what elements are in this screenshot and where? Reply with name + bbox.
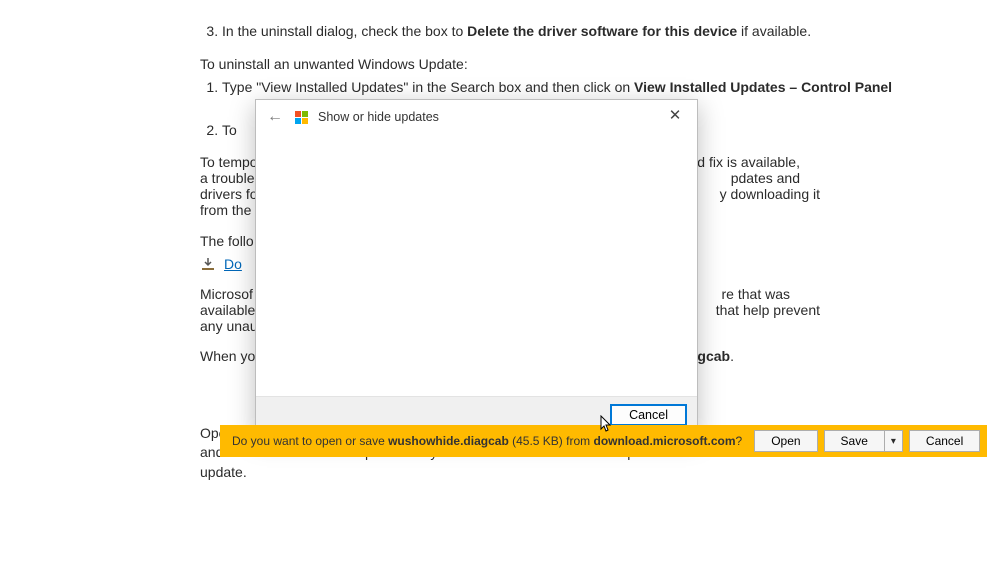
t: any unau <box>200 318 258 334</box>
text: Type "View Installed Updates" in the Sea… <box>222 79 634 95</box>
bold-text: Delete the driver software for this devi… <box>467 23 737 39</box>
dialog-header: ← Show or hide updates ✕ <box>256 100 697 126</box>
download-link[interactable]: Do <box>224 256 242 272</box>
t: pdates and <box>731 170 800 186</box>
t: ed fix is available, <box>689 154 800 170</box>
bold-text: View Installed Updates – Control Panel <box>634 79 892 95</box>
save-dropdown-icon[interactable]: ▾ <box>885 430 903 452</box>
save-split-button: Save ▾ <box>824 430 903 452</box>
download-icon <box>200 256 216 272</box>
subheading: To uninstall an unwanted Windows Update: <box>200 55 987 75</box>
t: from <box>566 434 593 448</box>
back-arrow-icon[interactable]: ← <box>266 108 284 126</box>
step-1: Type "View Installed Updates" in the Sea… <box>222 78 987 97</box>
open-button[interactable]: Open <box>754 430 817 452</box>
save-button[interactable]: Save <box>824 430 885 452</box>
text: In the uninstall dialog, check the box t… <box>222 23 467 39</box>
close-icon[interactable]: ✕ <box>663 106 687 126</box>
text: To <box>222 122 237 138</box>
t: from the <box>200 202 251 218</box>
cancel-button[interactable]: Cancel <box>909 430 980 452</box>
t: Microsof <box>200 286 253 302</box>
t: When yo <box>200 348 255 364</box>
notification-message: Do you want to open or save wushowhide.d… <box>232 434 742 448</box>
t: gcab. <box>697 348 734 364</box>
troubleshooter-dialog: ← Show or hide updates ✕ Cancel <box>255 99 698 434</box>
t: ? <box>736 434 743 448</box>
t: drivers fo <box>200 186 258 202</box>
windows-logo-icon <box>294 110 308 124</box>
b: gcab <box>697 348 730 364</box>
t: available <box>200 302 255 318</box>
t: a trouble <box>200 170 254 186</box>
step-3: In the uninstall dialog, check the box t… <box>222 22 987 41</box>
dialog-title: Show or hide updates <box>318 110 439 124</box>
b: download.microsoft.com <box>593 434 735 448</box>
b: wushowhide.diagcab <box>388 434 509 448</box>
t: that help prevent <box>716 302 820 318</box>
text: if available. <box>737 23 811 39</box>
t: (45.5 KB) <box>509 434 566 448</box>
t: re that was <box>722 286 790 302</box>
t: To tempo <box>200 154 258 170</box>
dialog-body <box>256 126 697 396</box>
cancel-button[interactable]: Cancel <box>610 404 687 426</box>
t: Do you want to open or save <box>232 434 388 448</box>
t: y downloading it <box>720 186 820 202</box>
download-notification-bar: Do you want to open or save wushowhide.d… <box>220 425 987 457</box>
